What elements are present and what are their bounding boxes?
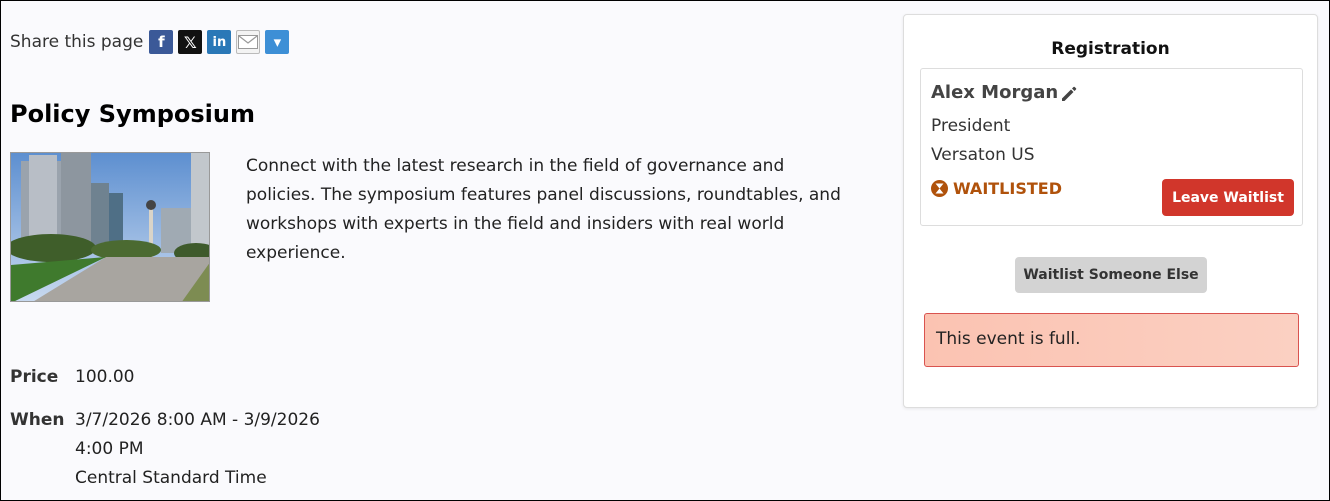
waitlist-someone-else-button[interactable]: Waitlist Someone Else — [1015, 257, 1207, 293]
registrant-organization: Versaton US — [931, 145, 1035, 165]
price-value: 100.00 — [75, 367, 135, 387]
status-badge: WAITLISTED — [931, 179, 1062, 198]
hourglass-icon — [931, 180, 948, 197]
when-value-line1: 3/7/2026 8:00 AM - 3/9/2026 — [75, 410, 320, 430]
page-frame: Share this page f 𝕏 in ▾ Policy Symposiu… — [0, 0, 1330, 501]
share-label: Share this page — [10, 32, 144, 52]
event-description: Connect with the latest research in the … — [246, 156, 841, 263]
edit-pencil-icon[interactable] — [1059, 84, 1079, 104]
x-icon[interactable]: 𝕏 — [178, 30, 203, 54]
event-full-alert: This event is full. — [924, 313, 1299, 367]
registrant-name: Alex Morgan — [931, 82, 1059, 103]
email-icon[interactable] — [236, 30, 261, 54]
facebook-icon[interactable]: f — [149, 30, 174, 54]
when-value-line3: Central Standard Time — [75, 468, 267, 488]
registration-panel: Registration Alex Morgan President Versa… — [903, 14, 1318, 408]
when-label: When — [10, 410, 65, 430]
price-label: Price — [10, 367, 59, 387]
status-text: WAITLISTED — [953, 179, 1062, 198]
registration-title: Registration — [1051, 39, 1170, 59]
registrant-role: President — [931, 116, 1011, 136]
more-share-icon[interactable]: ▾ — [265, 30, 290, 54]
when-value-line2: 4:00 PM — [75, 439, 144, 459]
linkedin-icon[interactable]: in — [207, 30, 232, 54]
leave-waitlist-button[interactable]: Leave Waitlist — [1162, 179, 1294, 216]
event-title: Policy Symposium — [10, 100, 255, 128]
share-bar: Share this page f 𝕏 in ▾ — [10, 30, 294, 54]
registrant-card: Alex Morgan President Versaton US WAITLI… — [920, 68, 1303, 226]
event-photo — [10, 152, 210, 302]
